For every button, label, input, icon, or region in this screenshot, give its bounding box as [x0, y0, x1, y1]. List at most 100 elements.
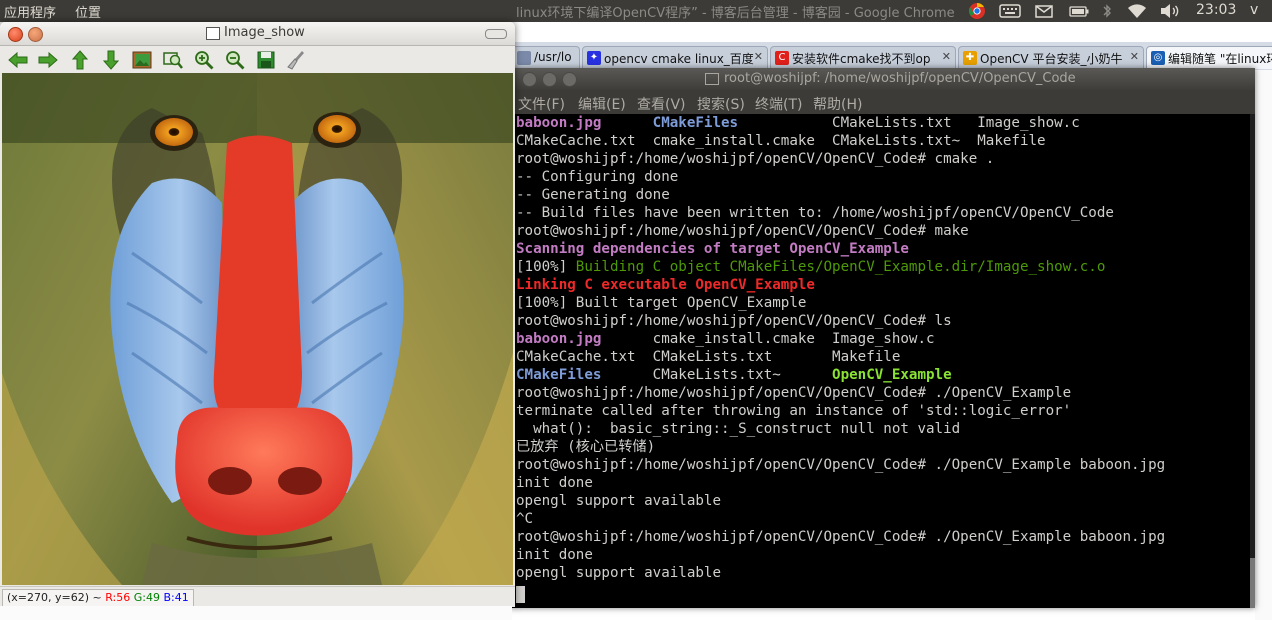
- terminal-line: CMakeCache.txt CMakeLists.txt Makefile: [516, 348, 900, 366]
- terminal-line: root@woshijpf:/home/woshijpf/openCV/Open…: [516, 384, 1071, 402]
- terminal-text: Building C object CMakeFiles/OpenCV_Exam…: [575, 259, 1106, 275]
- chrome-tab[interactable]: C 安装软件cmake找不到op ✕: [770, 46, 956, 69]
- terminal-line: init done: [516, 546, 593, 564]
- keyboard-icon[interactable]: [998, 1, 1022, 21]
- terminal-text: terminate called after throwing an insta…: [516, 403, 1072, 419]
- arrow-down-icon[interactable]: [100, 49, 122, 71]
- battery-icon[interactable]: [1068, 1, 1090, 21]
- zoom-fit-icon[interactable]: [162, 49, 184, 71]
- paw-icon: ✦: [587, 51, 601, 65]
- chrome-icon[interactable]: [966, 1, 988, 21]
- terminal-window: root@woshijpf: /home/woshijpf/openCV/Ope…: [512, 68, 1255, 608]
- save-icon[interactable]: [255, 49, 277, 71]
- tab-title: OpenCV 平台安装_小奶牛: [980, 52, 1123, 66]
- window-menu-button[interactable]: [485, 29, 507, 39]
- menu-file[interactable]: 文件(F): [518, 94, 565, 114]
- terminal-title: root@woshijpf: /home/woshijpf/openCV/Ope…: [724, 71, 1076, 86]
- displayed-image[interactable]: [2, 73, 513, 585]
- menu-search[interactable]: 搜索(S): [697, 94, 745, 114]
- close-tab-icon[interactable]: ✕: [1130, 50, 1139, 63]
- minimize-button[interactable]: [542, 72, 557, 87]
- terminal-line: [100%] Building C object CMakeFiles/Open…: [516, 258, 1105, 276]
- tab-title: 编辑随笔 "在linux环: [1168, 52, 1272, 66]
- volume-icon[interactable]: [1158, 1, 1182, 21]
- chrome-tab[interactable]: ✚ OpenCV 平台安装_小奶牛 ✕: [958, 46, 1144, 69]
- terminal-line: ^C: [516, 510, 533, 528]
- terminal-text: root@woshijpf:/home/woshijpf/openCV/Open…: [516, 313, 952, 329]
- terminal-text: opengl support available: [516, 565, 721, 581]
- terminal-line: what(): basic_string::_S_construct null …: [516, 420, 960, 438]
- globe-icon: ◎: [1151, 51, 1165, 65]
- terminal-text: CMakeLists.txt~: [601, 367, 833, 383]
- chrome-tab-active[interactable]: ◎ 编辑随笔 "在linux环: [1146, 46, 1272, 69]
- chrome-tabstrip: /usr/lo ✦ opencv cmake linux_百度 ✕ C 安装软件…: [512, 42, 1272, 70]
- terminal-text: 已放弃 (核心已转储): [516, 439, 656, 455]
- applications-menu[interactable]: 应用程序: [4, 2, 56, 21]
- close-tab-icon[interactable]: ✕: [754, 50, 763, 63]
- terminal-icon: [705, 73, 719, 85]
- terminal-text: [100%] Built target OpenCV_Example: [516, 295, 807, 311]
- terminal-line: opengl support available: [516, 492, 721, 510]
- tab-title: opencv cmake linux_百度: [604, 52, 754, 66]
- image-window-title: Image_show: [224, 25, 305, 40]
- wifi-icon[interactable]: [1126, 1, 1148, 21]
- menu-help[interactable]: 帮助(H): [813, 94, 862, 114]
- maximize-button[interactable]: [562, 72, 577, 87]
- scrollbar-thumb[interactable]: [1250, 558, 1255, 608]
- terminal-text: CMakeCache.txt cmake_install.cmake CMake…: [516, 133, 1046, 149]
- mail-icon[interactable]: [1034, 1, 1054, 21]
- chrome-tab[interactable]: ✦ opencv cmake linux_百度 ✕: [582, 46, 768, 69]
- close-tab-icon[interactable]: ✕: [942, 50, 951, 63]
- terminal-line: root@woshijpf:/home/woshijpf/openCV/Open…: [516, 456, 1165, 474]
- image-window-titlebar[interactable]: Image_show: [0, 22, 515, 46]
- terminal-text: init done: [516, 475, 593, 491]
- zoom-in-icon[interactable]: [193, 49, 215, 71]
- terminal-line: -- Configuring done: [516, 168, 678, 186]
- image-show-window: Image_show (x=270, y=62) ~ R:56 G:49 B:4…: [0, 22, 515, 607]
- close-button[interactable]: [522, 72, 537, 87]
- arrow-left-icon[interactable]: [7, 49, 29, 71]
- red-value: R:56: [105, 591, 131, 604]
- green-value: G:49: [133, 591, 160, 604]
- terminal-text: cmake_install.cmake Image_show.c: [601, 331, 935, 347]
- terminal-text: CMakeFiles: [652, 115, 739, 131]
- arrow-right-icon[interactable]: [37, 49, 59, 71]
- terminal-line: CMakeFiles CMakeLists.txt~ OpenCV_Exampl…: [516, 366, 952, 384]
- user-menu[interactable]: v: [1250, 2, 1258, 18]
- zoom-out-icon[interactable]: [224, 49, 246, 71]
- terminal-output[interactable]: baboon.jpg CMakeFiles CMakeLists.txt Ima…: [512, 114, 1250, 608]
- terminal-text: Linking C executable OpenCV_Example: [516, 277, 815, 293]
- terminal-text: CMakeCache.txt CMakeLists.txt Makefile: [516, 349, 901, 365]
- brush-icon[interactable]: [285, 49, 307, 71]
- menu-edit[interactable]: 编辑(E): [578, 94, 626, 114]
- terminal-line: terminate called after throwing an insta…: [516, 402, 1071, 420]
- terminal-text: root@woshijpf:/home/woshijpf/openCV/Open…: [516, 151, 995, 167]
- close-button[interactable]: [8, 27, 23, 42]
- minimize-button[interactable]: [28, 27, 43, 42]
- terminal-scrollbar[interactable]: [1250, 114, 1255, 608]
- menu-terminal[interactable]: 终端(T): [755, 94, 802, 114]
- window-icon: [206, 27, 220, 40]
- terminal-text: root@woshijpf:/home/woshijpf/openCV/Open…: [516, 529, 1166, 545]
- terminal-line: root@woshijpf:/home/woshijpf/openCV/Open…: [516, 312, 952, 330]
- terminal-titlebar[interactable]: root@woshijpf: /home/woshijpf/openCV/Ope…: [512, 68, 1255, 90]
- terminal-menubar: 文件(F) 编辑(E) 查看(V) 搜索(S) 终端(T) 帮助(H): [512, 90, 1255, 114]
- image-statusbar: (x=270, y=62) ~ R:56 G:49 B:41: [0, 586, 515, 607]
- chrome-tab[interactable]: /usr/lo: [512, 46, 580, 69]
- top-panel: 应用程序 位置 linux环境下编译OpenCV程序” - 博客后台管理 - 博…: [0, 0, 1272, 22]
- bluetooth-icon[interactable]: [1100, 1, 1114, 21]
- image-icon[interactable]: [131, 49, 153, 71]
- terminal-line: Scanning dependencies of target OpenCV_E…: [516, 240, 909, 258]
- c-logo-icon: C: [775, 51, 789, 65]
- image-toolbar: [0, 46, 515, 73]
- terminal-line: Linking C executable OpenCV_Example: [516, 276, 815, 294]
- tab-title: 安装软件cmake找不到op: [792, 52, 931, 66]
- terminal-cursor: [516, 586, 525, 603]
- places-menu[interactable]: 位置: [75, 2, 101, 21]
- menu-view[interactable]: 查看(V): [637, 94, 686, 114]
- terminal-line: init done: [516, 474, 593, 492]
- arrow-up-icon[interactable]: [69, 49, 91, 71]
- clock[interactable]: 23:03: [1196, 2, 1236, 18]
- terminal-text: init done: [516, 547, 593, 563]
